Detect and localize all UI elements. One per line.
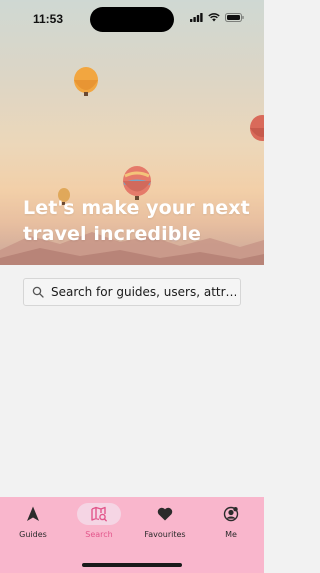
- tab-favourites[interactable]: Favourites: [135, 503, 195, 549]
- status-bar: 11:53: [0, 0, 264, 40]
- status-icons: [190, 13, 244, 22]
- hero-title: Let's make your next travel incredible: [23, 197, 250, 245]
- search-placeholder: Search for guides, users, attr…: [51, 285, 236, 299]
- home-indicator: [82, 563, 182, 567]
- dynamic-island: [90, 7, 174, 32]
- tab-label: Search: [85, 530, 113, 539]
- tab-label: Me: [225, 530, 237, 539]
- wifi-icon: [208, 13, 220, 22]
- search-input[interactable]: Search for guides, users, attr…: [23, 278, 241, 306]
- signal-icon: [190, 13, 203, 22]
- tab-guides[interactable]: Guides: [3, 503, 63, 549]
- battery-icon: [225, 13, 244, 22]
- heart-icon: [157, 507, 173, 521]
- tab-label: Favourites: [144, 530, 186, 539]
- search-icon: [32, 286, 44, 298]
- profile-icon: [223, 506, 239, 522]
- tab-search[interactable]: Search: [69, 503, 129, 549]
- tab-me[interactable]: Me: [201, 503, 261, 549]
- tab-label: Guides: [19, 530, 47, 539]
- map-search-icon: [91, 506, 107, 522]
- status-time: 11:53: [33, 12, 64, 26]
- balloon: [250, 115, 264, 141]
- tab-bar: Guides Search Favourites Me: [0, 497, 264, 573]
- balloon: [74, 67, 98, 96]
- navigation-arrow-icon: [27, 506, 39, 521]
